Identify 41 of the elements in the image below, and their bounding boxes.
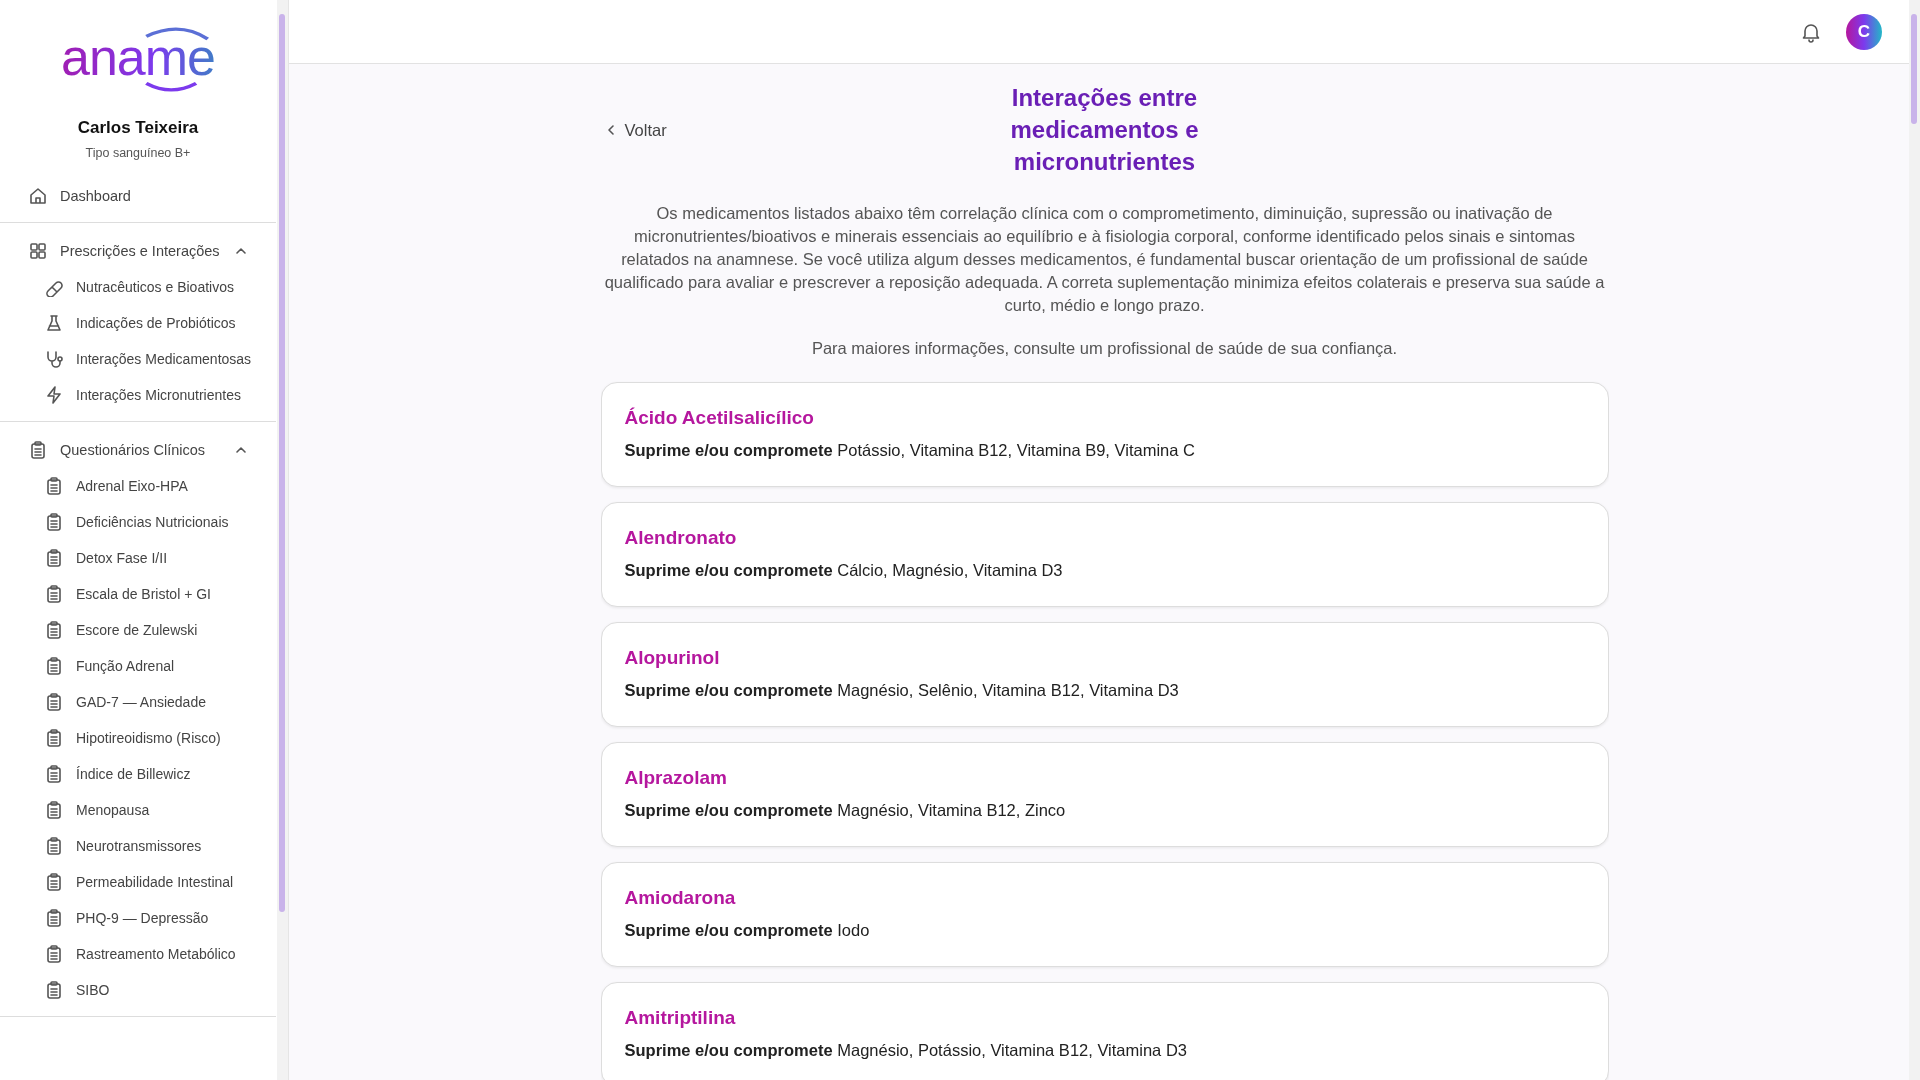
sidebar-item[interactable]: Neurotransmissores <box>0 828 276 865</box>
affected-nutrients: Suprime e/ou compromete Magnésio, Selênio, Vitamina B12, Vitamina D3 <box>624 681 1180 700</box>
sidebar-item[interactable]: Interações Medicamentosas <box>0 341 276 378</box>
sidebar-item[interactable]: PHQ-9 — Depressão <box>0 900 276 937</box>
affected-nutrients: Suprime e/ou compromete Potássio, Vitamina B12, Vitamina B9, Vitamina C <box>624 441 1196 460</box>
user-name: Carlos Teixeira <box>77 118 199 139</box>
sidebar-section-header[interactable]: Prescrições e Interações <box>0 233 276 270</box>
sidebar-item[interactable]: Hipotireoidismo (Risco) <box>0 720 276 757</box>
medication-name: Alprazolam <box>624 767 728 789</box>
sidebar-item[interactable]: Função Adrenal <box>0 648 276 685</box>
sidebar-item[interactable]: GAD-7 — Ansiedade <box>0 684 276 721</box>
sidebar-item[interactable]: Permeabilidade Intestinal <box>0 864 276 901</box>
medication-name: Amiodarona <box>624 887 737 909</box>
sidebar-item[interactable]: Índice de Billewicz <box>0 756 276 793</box>
sidebar-item[interactable]: Detox Fase I/II <box>0 540 276 577</box>
advice-note: Para maiores informações, consulte um profissional de saúde de sua confiança. <box>810 339 1399 358</box>
sidebar-item[interactable]: SIBO <box>0 972 276 1009</box>
sidebar-item[interactable]: Dashboard <box>0 180 276 213</box>
sidebar-item[interactable]: Interações Micronutrientes <box>0 377 276 414</box>
affected-nutrients: Suprime e/ou compromete Cálcio, Magnésio, Vitamina D3 <box>624 561 1064 580</box>
sidebar-item[interactable]: Adrenal Eixo-HPA <box>0 468 276 505</box>
affected-nutrients: Suprime e/ou compromete Iodo <box>624 921 871 940</box>
affected-nutrients: Suprime e/ou compromete Magnésio, Vitamina B12, Zinco <box>624 801 1067 820</box>
back-link[interactable]: Voltar <box>600 120 671 140</box>
intro-paragraph: Os medicamentos listados abaixo têm correlação clínica com o comprometimento, diminuição, supressão ou inativação de micronutrientes/bioativos e minerais essenciais ao equilíbrio e à fisiologia corporal, conforme identificado pelos sinais e sintomas relatados na anamnese. Se você utiliza algum desses medicamentos, é fundamental buscar orientação de um profissional de saúde qualificado para avaliar e prescrever a reposição adequada. A correta suplementação minimiza efeitos colaterais e preserva sua saúde a curto, médio e longo prazo. <box>603 203 1606 316</box>
blood-type-label: Tipo sanguíneo B+ <box>85 146 191 161</box>
medication-name: Amitriptilina <box>624 1007 737 1029</box>
medication-name: Ácido Acetilsalicílico <box>624 407 815 429</box>
sidebar-item[interactable]: Indicações de Probióticos <box>0 305 276 342</box>
medication-name: Alopurinol <box>624 647 721 669</box>
sidebar-item[interactable]: Nutracêuticos e Bioativos <box>0 269 276 306</box>
sidebar-item[interactable]: Escala de Bristol + GI <box>0 576 276 613</box>
medication-name: Alendronato <box>624 527 738 549</box>
sidebar-item[interactable]: Escore de Zulewski <box>0 612 276 649</box>
sidebar-section-header[interactable]: Questionários Clínicos <box>0 432 276 469</box>
affected-nutrients: Suprime e/ou compromete Magnésio, Potássio, Vitamina B12, Vitamina D3 <box>624 1041 1188 1060</box>
sidebar-item[interactable]: Rastreamento Metabólico <box>0 936 276 973</box>
sidebar-item[interactable]: Deficiências Nutricionais <box>0 504 276 541</box>
page-title: Interações entre medicamentos e micronutrientes <box>1009 83 1200 177</box>
sidebar-item[interactable]: Menopausa <box>0 792 276 829</box>
user-avatar[interactable]: C <box>1846 13 1882 50</box>
